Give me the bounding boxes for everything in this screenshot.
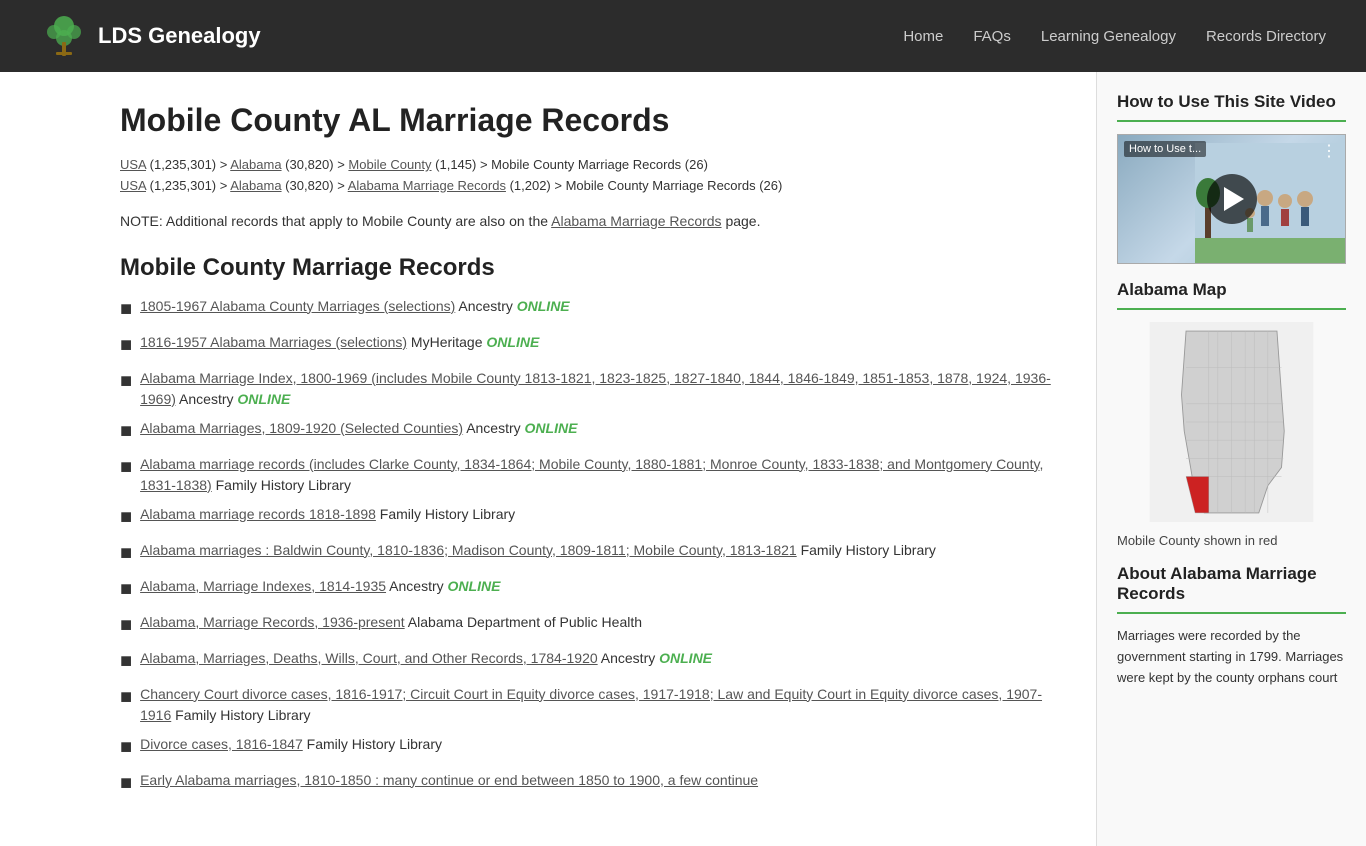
record-link[interactable]: Divorce cases, 1816-1847: [140, 736, 303, 752]
breadcrumb-line1: USA (1,235,301) > Alabama (30,820) > Mob…: [120, 155, 1056, 176]
note-paragraph: NOTE: Additional records that apply to M…: [120, 211, 1056, 232]
list-item: ■ Alabama Marriages, 1809-1920 (Selected…: [120, 418, 1056, 446]
online-badge: ONLINE: [237, 391, 290, 407]
logo-text: LDS Genealogy: [98, 23, 261, 49]
online-badge: ONLINE: [517, 298, 570, 314]
note-link[interactable]: Alabama Marriage Records: [551, 213, 721, 229]
records-list: ■ 1805-1967 Alabama County Marriages (se…: [120, 296, 1056, 798]
map-container: [1117, 322, 1346, 527]
record-link[interactable]: Alabama, Marriage Records, 1936-present: [140, 614, 405, 630]
record-link[interactable]: Alabama, Marriage Indexes, 1814-1935: [140, 578, 386, 594]
list-item: ■ Divorce cases, 1816-1847 Family Histor…: [120, 734, 1056, 762]
bullet-icon: ■: [120, 732, 132, 762]
site-header: LDS Genealogy Home FAQs Learning Genealo…: [0, 0, 1366, 72]
bullet-icon: ■: [120, 682, 132, 712]
divider: [1117, 120, 1346, 122]
record-link[interactable]: Alabama Marriages, 1809-1920 (Selected C…: [140, 420, 463, 436]
about-title: About Alabama Marriage Records: [1117, 564, 1346, 604]
video-inner: How to Use t... ⋮: [1118, 135, 1345, 263]
map-divider: [1117, 308, 1346, 310]
bullet-icon: ■: [120, 366, 132, 396]
map-title: Alabama Map: [1117, 280, 1346, 300]
breadcrumb-alabama-marriage[interactable]: Alabama Marriage Records: [348, 178, 506, 193]
about-section: About Alabama Marriage Records Marriages…: [1117, 564, 1346, 688]
record-link[interactable]: Early Alabama marriages, 1810-1850 : man…: [140, 772, 758, 788]
breadcrumb-usa-1[interactable]: USA: [120, 157, 146, 172]
video-label: How to Use t...: [1124, 141, 1206, 157]
play-button[interactable]: [1207, 174, 1257, 224]
list-item: ■ 1805-1967 Alabama County Marriages (se…: [120, 296, 1056, 324]
record-link[interactable]: Alabama, Marriages, Deaths, Wills, Court…: [140, 650, 598, 666]
how-to-use-section: How to Use This Site Video: [1117, 92, 1346, 264]
video-thumbnail[interactable]: How to Use t... ⋮: [1117, 134, 1346, 264]
list-item: ■ Alabama marriage records (includes Cla…: [120, 454, 1056, 496]
play-triangle-icon: [1224, 187, 1244, 211]
list-item: ■ Alabama marriage records 1818-1898 Fam…: [120, 504, 1056, 532]
online-badge: ONLINE: [525, 420, 578, 436]
bullet-icon: ■: [120, 768, 132, 798]
nav-records[interactable]: Records Directory: [1206, 28, 1326, 45]
bullet-icon: ■: [120, 330, 132, 360]
about-text: Marriages were recorded by the governmen…: [1117, 626, 1346, 688]
list-item: ■ Alabama marriages : Baldwin County, 18…: [120, 540, 1056, 568]
main-nav: Home FAQs Learning Genealogy Records Dir…: [903, 28, 1326, 45]
nav-home[interactable]: Home: [903, 28, 943, 45]
list-item: ■ Alabama, Marriage Records, 1936-presen…: [120, 612, 1056, 640]
record-link[interactable]: 1816-1957 Alabama Marriages (selections): [140, 334, 407, 350]
bullet-icon: ■: [120, 502, 132, 532]
main-content: Mobile County AL Marriage Records USA (1…: [0, 72, 1096, 846]
list-item: ■ Early Alabama marriages, 1810-1850 : m…: [120, 770, 1056, 798]
list-item: ■ Alabama, Marriages, Deaths, Wills, Cou…: [120, 648, 1056, 676]
online-badge: ONLINE: [659, 650, 712, 666]
bullet-icon: ■: [120, 452, 132, 482]
online-badge: ONLINE: [486, 334, 539, 350]
breadcrumb-mobile-county[interactable]: Mobile County: [348, 157, 431, 172]
page-wrapper: Mobile County AL Marriage Records USA (1…: [0, 72, 1366, 846]
list-item: ■ Chancery Court divorce cases, 1816-191…: [120, 684, 1056, 726]
map-section: Alabama Map: [1117, 280, 1346, 548]
list-item: ■ 1816-1957 Alabama Marriages (selection…: [120, 332, 1056, 360]
bullet-icon: ■: [120, 416, 132, 446]
breadcrumbs: USA (1,235,301) > Alabama (30,820) > Mob…: [120, 155, 1056, 197]
logo-tree-icon: [40, 12, 88, 60]
breadcrumb-alabama-2[interactable]: Alabama: [230, 178, 281, 193]
page-title: Mobile County AL Marriage Records: [120, 102, 1056, 139]
record-link[interactable]: Alabama marriages : Baldwin County, 1810…: [140, 542, 797, 558]
bullet-icon: ■: [120, 294, 132, 324]
list-item: ■ Alabama, Marriage Indexes, 1814-1935 A…: [120, 576, 1056, 604]
breadcrumb-usa-2[interactable]: USA: [120, 178, 146, 193]
record-link[interactable]: Alabama marriage records 1818-1898: [140, 506, 376, 522]
alabama-map-svg: [1117, 322, 1346, 522]
map-caption: Mobile County shown in red: [1117, 533, 1346, 548]
breadcrumb-line2: USA (1,235,301) > Alabama (30,820) > Ala…: [120, 176, 1056, 197]
bullet-icon: ■: [120, 610, 132, 640]
nav-faqs[interactable]: FAQs: [973, 28, 1011, 45]
list-item: ■ Alabama Marriage Index, 1800-1969 (inc…: [120, 368, 1056, 410]
breadcrumb-alabama-1[interactable]: Alabama: [230, 157, 281, 172]
video-menu-icon[interactable]: ⋮: [1321, 141, 1337, 161]
record-link[interactable]: 1805-1967 Alabama County Marriages (sele…: [140, 298, 455, 314]
bullet-icon: ■: [120, 538, 132, 568]
bullet-icon: ■: [120, 574, 132, 604]
bullet-icon: ■: [120, 646, 132, 676]
about-divider: [1117, 612, 1346, 614]
how-to-use-title: How to Use This Site Video: [1117, 92, 1346, 112]
online-badge: ONLINE: [448, 578, 501, 594]
sidebar: How to Use This Site Video: [1096, 72, 1366, 846]
nav-learning[interactable]: Learning Genealogy: [1041, 28, 1176, 45]
section-title: Mobile County Marriage Records: [120, 254, 1056, 282]
logo-area[interactable]: LDS Genealogy: [40, 12, 261, 60]
